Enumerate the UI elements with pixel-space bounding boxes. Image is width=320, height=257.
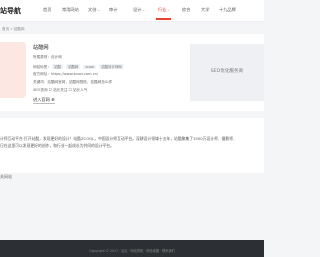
top-navigation-bar: 站导航 首页 常用网站 文创⌄ 审计 设计⌄ 行业⌄ 综合 大学 十九品牌 [0,0,264,22]
tag[interactable]: 站酷 [52,64,63,69]
chevron-down-icon: ⌄ [97,8,101,12]
nav-item-label: 审计 [109,7,118,12]
active-nav-indicator [156,18,171,20]
site-category: 所属类别：设计网 [33,55,62,59]
site-title: 站酷网 [33,45,49,51]
site-description: 计师互动平台·打开站酷，发现更好的设计！站酷ZCOOL，中国设计师互动平台。深耕… [0,118,264,173]
nav-item-label: 首页 [43,7,52,12]
site-tags: 网站标签： 站酷 站酷网 zcool 站酷设计师网 [33,64,126,70]
nav-item-home[interactable]: 首页 [43,7,51,13]
tag[interactable]: 站酷网 [66,64,81,69]
breadcrumb: 首页 » 站酷网 [0,24,264,34]
nav-item-label: 常用网站 [62,7,79,12]
seo-ad-label: SEO优化服务商 [210,69,244,74]
site-url[interactable]: 官方网址：https://www.zcool.com.cn/ [33,72,98,77]
nav-item-audit[interactable]: 审计 [109,7,117,13]
site-meta[interactable]: SEO查询 ☐ 站长关注 ☐ 站长人气 [33,88,87,93]
visit-site-button[interactable]: 进入官网 ⊕ [33,97,55,104]
nav-item-common[interactable]: 常用网站 [62,7,79,13]
nav-item-general[interactable]: 综合 [182,7,190,13]
nav-item-brands[interactable]: 十九品牌 [219,7,236,13]
nav-item-label: 大学 [201,7,210,12]
tags-label: 网站标签： [33,65,51,69]
chevron-down-icon: ⌄ [142,8,146,12]
footer-text: Copyright © 2017 · 站点 · 网站导航 · 网站地图 · 联系… [89,249,175,253]
nav-item-culture[interactable]: 文创⌄ [88,7,100,13]
chevron-down-icon: ⌄ [167,8,171,12]
nav-item-label: 设计 [133,7,142,12]
site-keywords: 关键词：站酷网官网，站酷网登陆，站酷网怎么样 [33,80,113,84]
nav-item-label: 综合 [182,7,191,12]
site-logo[interactable]: 站导航 [0,6,21,16]
related-sites-heading: 关网站 [0,174,12,179]
nav-item-industry[interactable]: 行业⌄ [158,7,170,13]
tag[interactable]: zcool [83,65,97,69]
breadcrumb-text[interactable]: 首页 » 站酷网 [2,27,24,32]
description-line-2: 日在这里可以发现更好的创作，和行业一起成长为共同的设计平台。 [0,143,114,148]
footer: Copyright © 2017 · 站点 · 网站导航 · 网站地图 · 联系… [0,240,264,257]
nav-item-university[interactable]: 大学 [201,7,209,13]
description-line-1: 计师互动平台·打开站酷，发现更好的设计！站酷ZCOOL，中国设计师互动平台。深耕… [0,136,237,141]
tag[interactable]: 站酷设计师网 [99,64,124,69]
nav-item-label: 十九品牌 [219,7,236,12]
nav-item-label: 文创 [88,7,97,12]
site-thumbnail [0,42,26,98]
nav-item-label: 行业 [158,7,167,12]
seo-ad-box[interactable]: SEO优化服务商 [190,44,264,101]
nav-item-design[interactable]: 设计⌄ [133,7,145,13]
